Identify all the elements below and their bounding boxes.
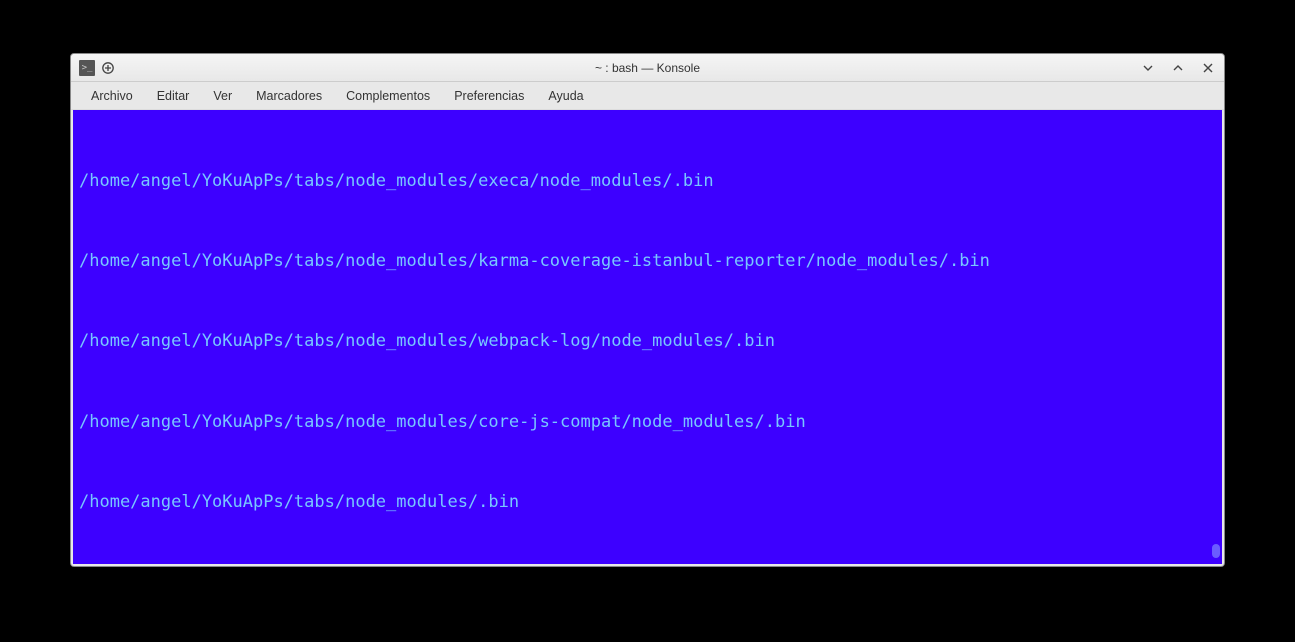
menu-editar[interactable]: Editar: [145, 85, 202, 107]
menu-preferencias[interactable]: Preferencias: [442, 85, 536, 107]
konsole-window: >_ ~ : bash — Konsole Archivo Editar Ver…: [70, 53, 1225, 567]
window-controls: [1116, 60, 1216, 76]
menu-ver[interactable]: Ver: [201, 85, 244, 107]
output-line: /home/angel/YoKuApPs/tabs/node_modules/e…: [79, 168, 1216, 195]
menu-complementos[interactable]: Complementos: [334, 85, 442, 107]
titlebar-left: >_: [79, 60, 179, 76]
minimize-button[interactable]: [1140, 60, 1156, 76]
output-line: /home/angel/YoKuApPs/tabs/node_modules/c…: [79, 409, 1216, 436]
close-button[interactable]: [1200, 60, 1216, 76]
scrollbar-handle[interactable]: [1212, 544, 1220, 558]
terminal-viewport[interactable]: /home/angel/YoKuApPs/tabs/node_modules/e…: [71, 110, 1224, 566]
terminal-icon: >_: [79, 60, 95, 76]
menubar: Archivo Editar Ver Marcadores Complement…: [71, 82, 1224, 110]
menu-marcadores[interactable]: Marcadores: [244, 85, 334, 107]
menu-ayuda[interactable]: Ayuda: [536, 85, 595, 107]
output-line: /home/angel/YoKuApPs/tabs/node_modules/.…: [79, 489, 1216, 516]
titlebar[interactable]: >_ ~ : bash — Konsole: [71, 54, 1224, 82]
output-line: /home/angel/YoKuApPs/tabs/node_modules/w…: [79, 328, 1216, 355]
maximize-button[interactable]: [1170, 60, 1186, 76]
menu-archivo[interactable]: Archivo: [79, 85, 145, 107]
output-line: /home/angel/YoKuApPs/tabs/node_modules/k…: [79, 248, 1216, 275]
new-tab-icon[interactable]: [101, 61, 115, 75]
window-title: ~ : bash — Konsole: [179, 61, 1116, 75]
